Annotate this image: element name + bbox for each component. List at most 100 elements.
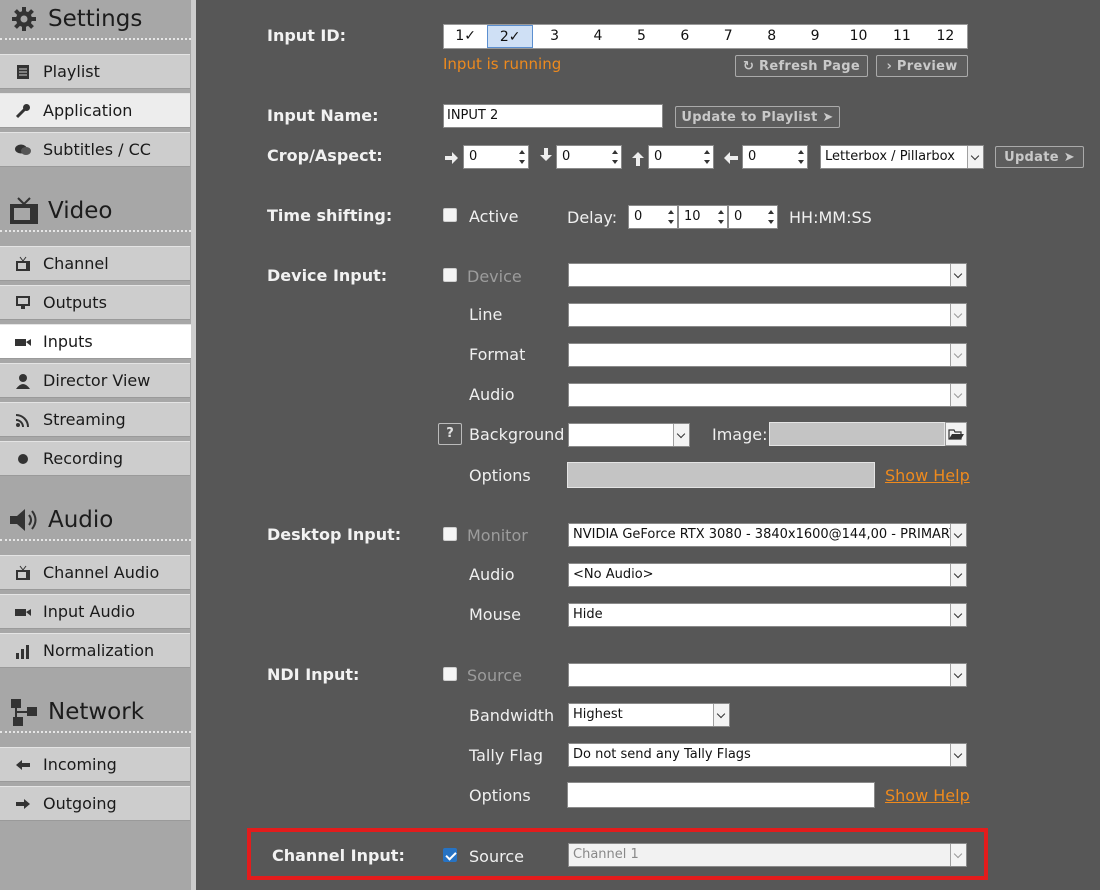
input-id-9[interactable]: 9 [793, 25, 836, 48]
sidebar-item-label: Outputs [43, 293, 107, 312]
sidebar-item-outputs[interactable]: Outputs [0, 285, 190, 320]
document-icon [14, 63, 32, 81]
ndi-input-label: NDI Input: [267, 665, 360, 684]
desktop-audio-select[interactable]: <No Audio> [568, 563, 967, 587]
section-video: Video [0, 192, 191, 232]
stepper-arrows[interactable] [703, 148, 711, 166]
delay-minutes-value: 10 [684, 209, 701, 224]
crop-top-stepper[interactable]: 0 [648, 145, 714, 169]
preview-button[interactable]: › Preview [876, 55, 968, 77]
stepper-arrows[interactable] [767, 208, 775, 226]
sidebar-item-channel[interactable]: Channel [0, 246, 190, 281]
stepper-arrows[interactable] [717, 208, 725, 226]
monitor-checkbox[interactable] [443, 527, 457, 541]
monitor-value: NVIDIA GeForce RTX 3080 - 3840x1600@144,… [573, 527, 958, 542]
sidebar-item-application[interactable]: Application [0, 93, 190, 128]
stepper-arrows[interactable] [667, 208, 675, 226]
ndi-source-select[interactable] [568, 663, 967, 687]
ndi-source-checkbox[interactable] [443, 667, 457, 681]
sidebar-item-subtitles[interactable]: Subtitles / CC [0, 132, 190, 167]
arrow-left-icon [724, 152, 738, 164]
sidebar-item-playlist[interactable]: Playlist [0, 54, 190, 89]
background-select[interactable] [568, 423, 690, 447]
sidebar-item-director-view[interactable]: Director View [0, 363, 190, 398]
format-label: Format [469, 345, 526, 364]
stepper-arrows[interactable] [797, 148, 805, 166]
help-icon[interactable]: ? [438, 423, 462, 445]
sidebar-item-incoming[interactable]: Incoming [0, 747, 190, 782]
sidebar-item-streaming[interactable]: Streaming [0, 402, 190, 437]
sidebar-item-label: Subtitles / CC [43, 140, 151, 159]
device-options-field[interactable] [567, 462, 875, 488]
mouse-select[interactable]: Hide [568, 603, 967, 627]
input-id-3[interactable]: 3 [533, 25, 576, 48]
input-name-field[interactable]: INPUT 2 [443, 104, 663, 128]
crop-update-button[interactable]: Update ➤ [995, 146, 1084, 168]
crop-bottom-stepper[interactable]: 0 [556, 145, 622, 169]
crop-right-stepper[interactable]: 0 [463, 145, 529, 169]
format-select[interactable] [568, 343, 967, 367]
monitor-select[interactable]: NVIDIA GeForce RTX 3080 - 3840x1600@144,… [568, 523, 967, 547]
channel-source-checkbox[interactable] [443, 848, 457, 862]
input-status: Input is running [443, 55, 562, 73]
chevron-down-icon [950, 304, 966, 326]
tally-flag-select[interactable]: Do not send any Tally Flags [568, 743, 967, 767]
stepper-arrows[interactable] [611, 148, 619, 166]
crop-top-value: 0 [654, 149, 663, 164]
sidebar-item-input-audio[interactable]: Input Audio [0, 594, 190, 629]
input-id-10[interactable]: 10 [837, 25, 880, 48]
input-name-label: Input Name: [267, 106, 379, 125]
input-id-5[interactable]: 5 [620, 25, 663, 48]
input-id-2[interactable]: 2✓ [487, 25, 533, 48]
folder-open-icon[interactable] [945, 422, 967, 446]
input-id-4[interactable]: 4 [576, 25, 619, 48]
device-options-label: Options [469, 466, 531, 485]
channel-select[interactable]: Channel 1 [568, 843, 967, 867]
delay-seconds-stepper[interactable]: 0 [728, 205, 778, 229]
update-to-playlist-button[interactable]: Update to Playlist ➤ [675, 106, 840, 128]
crop-left-value: 0 [748, 149, 757, 164]
device-select[interactable] [568, 263, 967, 287]
input-id-8[interactable]: 8 [750, 25, 793, 48]
record-icon [14, 450, 32, 468]
crop-bottom-value: 0 [562, 149, 571, 164]
input-id-12[interactable]: 12 [924, 25, 967, 48]
sidebar-item-label: Playlist [43, 62, 100, 81]
input-id-7[interactable]: 7 [707, 25, 750, 48]
delay-minutes-stepper[interactable]: 10 [678, 205, 728, 229]
section-network: Network [0, 693, 191, 733]
line-select[interactable] [568, 303, 967, 327]
sidebar-item-recording[interactable]: Recording [0, 441, 190, 476]
sidebar-item-normalization[interactable]: Normalization [0, 633, 190, 668]
device-show-help-link[interactable]: Show Help [885, 466, 970, 485]
ndi-options-label: Options [469, 786, 531, 805]
sidebar-item-outgoing[interactable]: Outgoing [0, 786, 190, 821]
tv-icon [8, 196, 40, 226]
arrow-right-icon [14, 795, 32, 813]
refresh-page-button[interactable]: ↻ Refresh Page [735, 55, 868, 77]
device-input-label: Device Input: [267, 266, 388, 285]
input-id-1[interactable]: 1✓ [444, 25, 487, 48]
ndi-show-help-link[interactable]: Show Help [885, 786, 970, 805]
sidebar-item-label: Director View [43, 371, 151, 390]
input-id-11[interactable]: 11 [880, 25, 923, 48]
sidebar-item-inputs[interactable]: Inputs [0, 324, 191, 359]
channel-input-label: Channel Input: [272, 846, 405, 865]
device-audio-select[interactable] [568, 383, 967, 407]
tally-flag-label: Tally Flag [469, 746, 543, 765]
network-icon [8, 697, 40, 727]
time-shift-active-checkbox[interactable] [443, 208, 457, 222]
stepper-arrows[interactable] [518, 148, 526, 166]
sidebar-item-label: Outgoing [43, 794, 117, 813]
device-checkbox[interactable] [443, 268, 457, 282]
sidebar-item-channel-audio[interactable]: Channel Audio [0, 555, 190, 590]
input-id-6[interactable]: 6 [663, 25, 706, 48]
crop-left-stepper[interactable]: 0 [742, 145, 808, 169]
ndi-options-field[interactable] [567, 782, 875, 808]
bandwidth-select[interactable]: Highest [568, 703, 730, 727]
delay-hours-stepper[interactable]: 0 [628, 205, 678, 229]
aspect-select[interactable]: Letterbox / Pillarbox [820, 145, 984, 169]
image-field[interactable] [769, 422, 945, 446]
camera-icon [14, 603, 32, 621]
section-title: Settings [48, 6, 143, 32]
